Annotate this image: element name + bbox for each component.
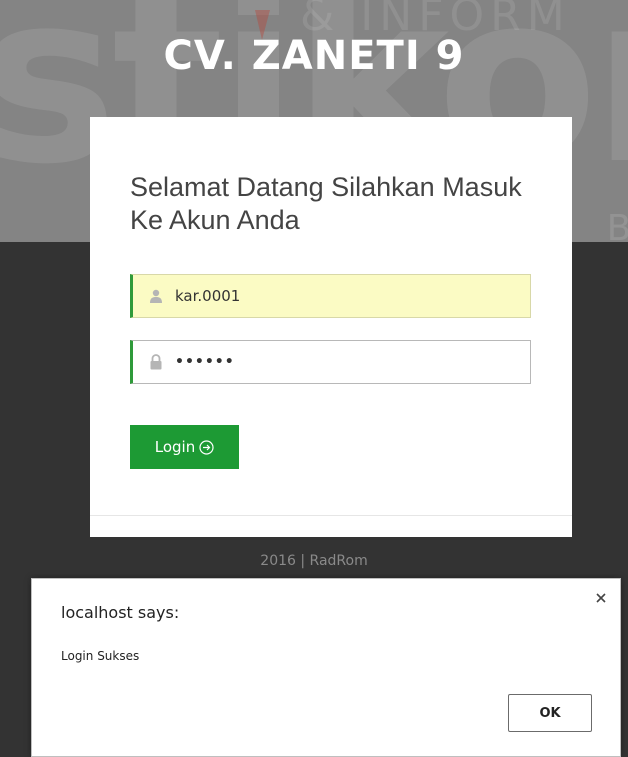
ok-button[interactable]: OK [508,694,592,732]
login-button-label: Login [154,438,196,456]
dialog-message: Login Sukses [61,649,140,663]
copyright-text: 2016 | RadRom [260,553,368,569]
password-value: •••••• [175,354,235,370]
password-field[interactable]: •••••• [130,340,531,384]
brand-title: CV. ZANETI 9 [163,33,465,79]
close-icon[interactable] [592,589,610,607]
alert-dialog: localhost says: Login Sukses OK [31,578,621,757]
user-icon [147,287,165,305]
lock-icon [147,353,165,371]
welcome-heading: Selamat Datang Silahkan Masuk Ke Akun An… [130,172,522,235]
login-card: Selamat Datang Silahkan Masuk Ke Akun An… [90,117,572,515]
login-button[interactable]: Login [130,425,239,469]
username-field[interactable]: kar.0001 [130,274,531,318]
dialog-title: localhost says: [61,603,180,622]
login-card-footer [90,515,572,537]
arrow-circle-right-icon [199,439,214,455]
username-value: kar.0001 [175,287,241,305]
